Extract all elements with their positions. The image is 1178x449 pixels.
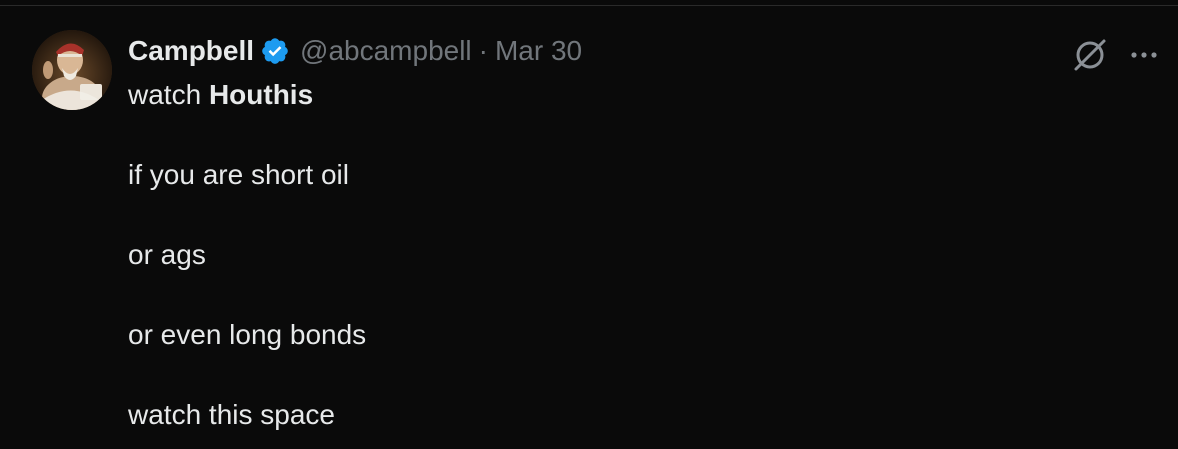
- verified-badge-icon: [260, 36, 290, 66]
- tweet-text-line-3: or ags: [128, 239, 206, 270]
- top-divider: [0, 0, 1178, 6]
- tweet-text-line-1: watch Houthis: [128, 79, 313, 111]
- tweet-text-houthis: Houthis: [208, 79, 314, 110]
- tweet-header: Campbell @abcampbell · Mar 30: [128, 31, 582, 71]
- more-icon[interactable]: [1126, 43, 1162, 67]
- tweet-card[interactable]: Campbell @abcampbell · Mar 30 watch Hout…: [0, 7, 1178, 449]
- grok-icon[interactable]: [1070, 35, 1110, 75]
- tweet-text-line-2: if you are short oil: [128, 159, 349, 190]
- avatar[interactable]: [32, 30, 112, 110]
- header-separator: ·: [478, 35, 488, 66]
- tweet-text-line-4: or even long bonds: [128, 319, 367, 350]
- tweet-text-line-5: watch this space: [128, 399, 335, 430]
- tweet-date[interactable]: Mar 30: [495, 35, 582, 67]
- author-display-name[interactable]: Campbell: [128, 35, 254, 67]
- author-handle[interactable]: @abcampbell: [300, 35, 472, 67]
- tweet-text-watch: watch: [128, 79, 202, 110]
- avatar-image: [32, 30, 112, 110]
